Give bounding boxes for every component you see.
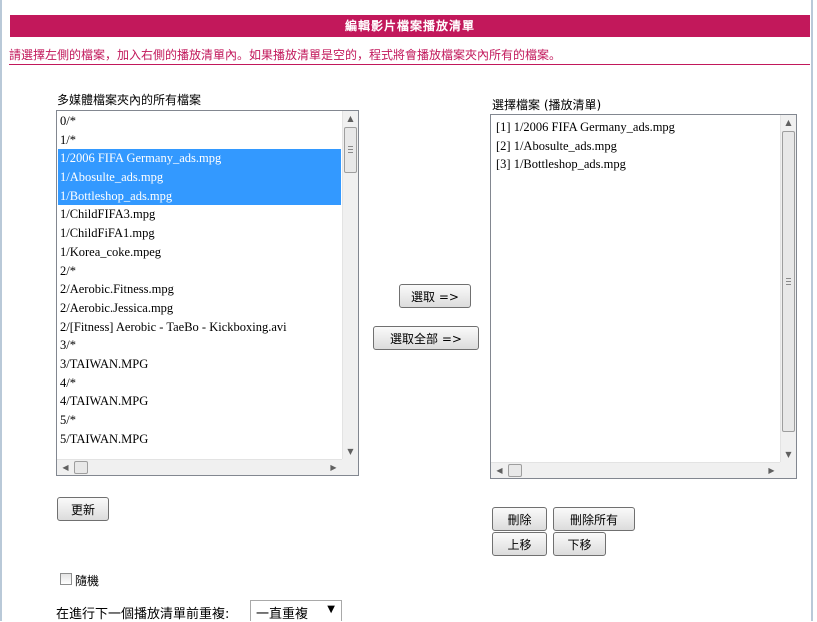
scroll-down-arrow-icon[interactable]: ▼	[343, 444, 358, 459]
playlist-label: 選擇檔案 (播放清單)	[492, 98, 602, 112]
files-hscroll-thumb[interactable]	[74, 461, 88, 474]
playlist-editor-panel: 編輯影片檔案播放清單 請選擇左側的檔案，加入右側的播放清單內。如果播放清單是空的…	[0, 0, 813, 622]
playlist-item[interactable]: [3] 1/Bottleshop_ads.mpg	[492, 155, 779, 174]
playlist-hscroll-thumb[interactable]	[508, 464, 522, 477]
grip-line	[348, 152, 353, 153]
files-listbox[interactable]: 0/* 1/* 1/2006 FIFA Germany_ads.mpg 1/Abosu…	[56, 110, 359, 476]
divider	[9, 64, 810, 65]
file-list-item[interactable]: 1/Bottleshop_ads.mpg	[58, 186, 341, 206]
playlist-item[interactable]: [2] 1/Abosulte_ads.mpg	[492, 137, 779, 156]
file-list-item[interactable]: 1/Korea_coke.mpeg	[58, 243, 341, 262]
scroll-left-arrow-icon[interactable]: ◀	[492, 463, 507, 478]
playlist-scroll-thumb[interactable]	[782, 131, 795, 432]
file-list-item[interactable]: 1/Abosulte_ads.mpg	[58, 168, 341, 187]
file-list-item[interactable]: 1/ChildFiFA1.mpg	[58, 224, 341, 243]
random-label: 隨機	[75, 574, 100, 588]
scroll-left-arrow-icon[interactable]: ◀	[58, 460, 73, 475]
playlist-listbox[interactable]: [1] 1/2006 FIFA Germany_ads.mpg [2] 1/Abo…	[490, 114, 797, 479]
grip-line	[786, 281, 791, 282]
grip-line	[786, 278, 791, 279]
file-list-item[interactable]: 0/*	[58, 112, 341, 131]
file-list-item[interactable]: 2/[Fitness] Aerobic - TaeBo - Kickboxing…	[58, 318, 341, 337]
move-down-button[interactable]: 下移	[553, 532, 606, 556]
files-scroll-thumb[interactable]	[344, 127, 357, 173]
instruction-text: 請選擇左側的檔案，加入右側的播放清單內。如果播放清單是空的，程式將會播放檔案夾內…	[9, 48, 562, 62]
files-list-label: 多媒體檔案夾內的所有檔案	[57, 93, 202, 107]
file-list-item[interactable]: 5/TAIWAN.MPG	[58, 430, 341, 449]
refresh-button[interactable]: 更新	[57, 497, 109, 521]
file-list-item[interactable]: 2/Aerobic.Jessica.mpg	[58, 299, 341, 318]
playlist-items: [1] 1/2006 FIFA Germany_ads.mpg [2] 1/Abo…	[492, 118, 779, 461]
file-list-item[interactable]: 4/*	[58, 374, 341, 393]
playlist-vertical-scrollbar[interactable]: ▲ ▼	[780, 115, 796, 462]
file-list-item[interactable]: 4/TAIWAN.MPG	[58, 392, 341, 411]
file-list-item[interactable]: 5/*	[58, 411, 341, 430]
files-vertical-scrollbar[interactable]: ▲ ▼	[342, 111, 358, 459]
delete-button[interactable]: 刪除	[492, 507, 547, 531]
file-list-item[interactable]: 3/*	[58, 336, 341, 355]
playlist-horizontal-scrollbar[interactable]: ◀ ▶	[491, 462, 780, 478]
grip-line	[348, 146, 353, 147]
grip-line	[348, 149, 353, 150]
repeat-select-value: 一直重複	[256, 607, 309, 622]
scroll-up-arrow-icon[interactable]: ▲	[343, 111, 358, 126]
scroll-right-arrow-icon[interactable]: ▶	[764, 463, 779, 478]
scrollbar-corner	[342, 459, 358, 475]
repeat-select[interactable]: 一直重複 ▼	[250, 600, 342, 622]
file-list-item[interactable]: 1/*	[58, 131, 341, 150]
chevron-down-icon[interactable]: ▼	[327, 604, 335, 615]
files-horizontal-scrollbar[interactable]: ◀ ▶	[57, 459, 342, 475]
file-list-item[interactable]: 1/ChildFIFA3.mpg	[58, 205, 341, 224]
playlist-item[interactable]: [1] 1/2006 FIFA Germany_ads.mpg	[492, 118, 779, 137]
repeat-label: 在進行下一個播放清單前重複:	[56, 607, 230, 622]
scrollbar-corner	[780, 462, 796, 478]
scroll-up-arrow-icon[interactable]: ▲	[781, 115, 796, 130]
files-list-items: 0/* 1/* 1/2006 FIFA Germany_ads.mpg 1/Abosu…	[58, 112, 341, 458]
select-button[interactable]: 選取 =>	[399, 284, 471, 308]
file-list-item[interactable]: 1/2006 FIFA Germany_ads.mpg	[58, 149, 341, 169]
grip-line	[786, 284, 791, 285]
delete-all-button[interactable]: 刪除所有	[553, 507, 635, 531]
page-title: 編輯影片檔案播放清單	[10, 15, 810, 37]
scroll-right-arrow-icon[interactable]: ▶	[326, 460, 341, 475]
file-list-item[interactable]: 2/Aerobic.Fitness.mpg	[58, 280, 341, 299]
select-all-button[interactable]: 選取全部 =>	[373, 326, 479, 350]
random-checkbox[interactable]	[60, 573, 72, 585]
file-list-item[interactable]: 2/*	[58, 262, 341, 281]
move-up-button[interactable]: 上移	[492, 532, 547, 556]
file-list-item[interactable]: 3/TAIWAN.MPG	[58, 355, 341, 374]
scroll-down-arrow-icon[interactable]: ▼	[781, 447, 796, 462]
